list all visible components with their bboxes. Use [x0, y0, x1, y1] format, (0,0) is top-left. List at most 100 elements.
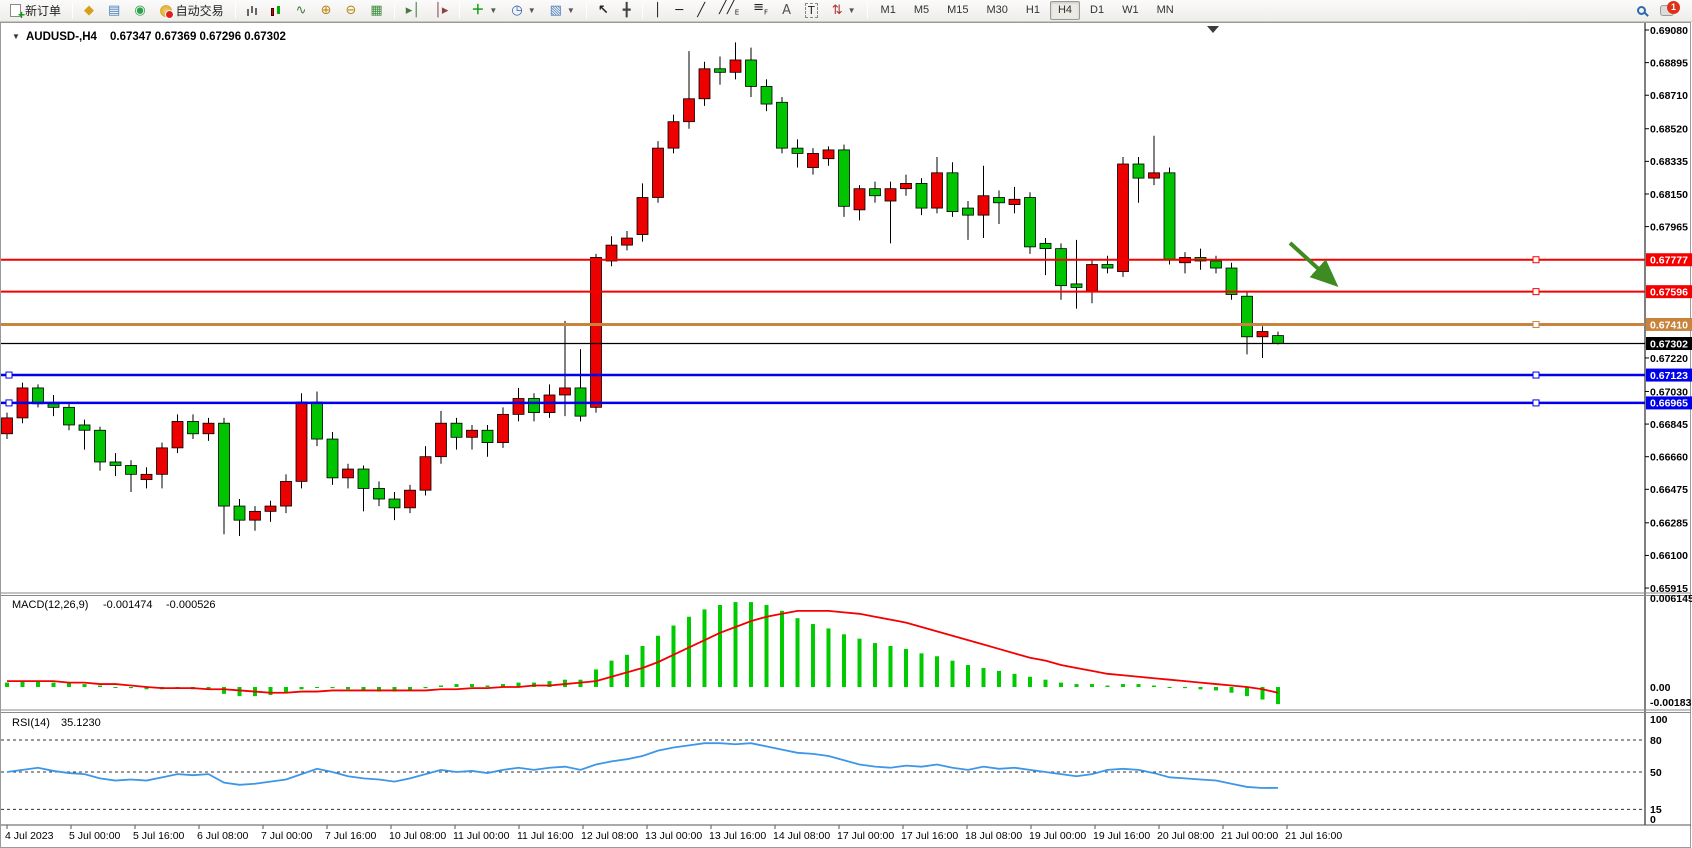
timeframe-h1[interactable]: H1	[1018, 1, 1048, 20]
candle-body	[854, 189, 865, 210]
candle-body	[1009, 199, 1020, 204]
chart-canvas[interactable]: ▼ AUDUSD-,H4 0.67347 0.67369 0.67296 0.6…	[0, 22, 1692, 848]
macd-histogram-bar	[1168, 687, 1172, 688]
candle-body	[64, 407, 75, 425]
candle-body	[870, 189, 881, 196]
macd-histogram-bar	[1044, 680, 1048, 687]
tile-windows-button[interactable]: ▦	[364, 1, 388, 21]
periods-button[interactable]: ◷▼	[505, 1, 541, 21]
zoom-out-button[interactable]: ⊖	[339, 1, 362, 21]
price-line-badge-label: 0.67777	[1650, 255, 1688, 267]
macd-histogram-bar	[1183, 687, 1187, 688]
timeframe-m5[interactable]: M5	[906, 1, 937, 20]
arrows-button[interactable]: ⇅▼	[826, 1, 862, 21]
timeframe-m15[interactable]: M15	[939, 1, 976, 20]
macd-histogram-bar	[935, 656, 939, 687]
crosshair-button[interactable]: ╋	[617, 1, 637, 21]
macd-histogram-bar	[129, 687, 133, 688]
time-axis-label: 5 Jul 16:00	[133, 830, 185, 842]
macd-signal-value: -0.000526	[166, 599, 216, 611]
macd-histogram-bar	[827, 628, 831, 687]
chart-menu-arrow-icon[interactable]: ▼	[12, 32, 20, 41]
chart-window: ▼ AUDUSD-,H4 0.67347 0.67369 0.67296 0.6…	[0, 22, 1692, 848]
timeframe-d1[interactable]: D1	[1082, 1, 1112, 20]
timeframe-mn[interactable]: MN	[1149, 1, 1182, 20]
timeframe-m30[interactable]: M30	[979, 1, 1016, 20]
metaeditor-button[interactable]: ◆	[78, 1, 100, 21]
chart-ohlc-values: 0.67347 0.67369 0.67296 0.67302	[110, 31, 286, 43]
candle-body	[172, 421, 183, 447]
candle-body	[1071, 284, 1082, 288]
templates-icon: ▧	[550, 4, 562, 17]
text-label-button[interactable]: T	[799, 1, 824, 21]
equidistant-channel-icon: ╱╱E	[719, 1, 739, 20]
candle-body	[48, 404, 59, 408]
price-line-badge-label: 0.67302	[1650, 338, 1688, 350]
macd-histogram-bar	[904, 649, 908, 687]
price-axis-label: 0.68520	[1650, 124, 1688, 136]
trendline-button[interactable]: ╱	[691, 1, 711, 21]
chart-shift-button[interactable]: │▸	[428, 1, 454, 21]
notifications-button[interactable]: 1	[1654, 1, 1680, 21]
time-axis-label: 10 Jul 08:00	[389, 830, 446, 842]
new-order-button[interactable]: 新订单	[4, 1, 67, 21]
cursor-button[interactable]: ↖	[592, 1, 615, 21]
indicators-button[interactable]: ＋▼	[465, 1, 503, 21]
timeframe-h4[interactable]: H4	[1050, 1, 1080, 20]
bar-chart-button[interactable]	[241, 1, 263, 21]
price-axis-label: 0.68150	[1650, 189, 1688, 201]
macd-histogram-bar	[238, 687, 242, 696]
crosshair-icon: ╋	[623, 4, 631, 17]
candle-body	[1087, 265, 1098, 291]
signals-button[interactable]: ◉	[128, 1, 151, 21]
terminal-button[interactable]: ▤	[102, 1, 126, 21]
templates-button[interactable]: ▧▼	[544, 1, 581, 21]
candle-body	[281, 481, 292, 506]
equidistant-channel-button[interactable]: ╱╱E	[713, 1, 745, 21]
candle-body	[312, 402, 323, 439]
candle-body	[684, 99, 695, 122]
macd-histogram-bar	[1245, 687, 1249, 696]
toolbar-separator	[235, 3, 236, 19]
macd-histogram-bar	[346, 687, 350, 689]
time-axis-label: 20 Jul 08:00	[1157, 830, 1214, 842]
candle-body	[420, 457, 431, 491]
macd-histogram-bar	[749, 602, 753, 687]
candle-body	[715, 69, 726, 73]
price-line-badge-label: 0.67123	[1650, 370, 1688, 382]
candle-body	[1102, 265, 1113, 269]
macd-histogram-bar	[920, 653, 924, 687]
macd-histogram-bar	[1230, 687, 1234, 693]
candle-body	[901, 183, 912, 188]
horizontal-line-button[interactable]: ─	[669, 1, 689, 21]
zoom-in-button[interactable]: ⊕	[315, 1, 338, 21]
macd-histogram-bar	[1276, 687, 1280, 704]
candle-body	[327, 439, 338, 478]
auto-trading-button[interactable]: 自动交易	[154, 1, 230, 21]
time-axis-label: 19 Jul 00:00	[1029, 830, 1086, 842]
macd-histogram-bar	[486, 686, 490, 687]
candle-body	[126, 466, 137, 475]
search-button[interactable]	[1631, 1, 1652, 21]
candle-body	[498, 414, 509, 442]
text-button[interactable]: A	[776, 1, 797, 21]
candle-body	[343, 469, 354, 478]
candle-body	[157, 448, 168, 474]
auto-scroll-button[interactable]: ▸│	[400, 1, 426, 21]
macd-histogram-bar	[1137, 684, 1141, 687]
chevron-down-icon: ▼	[489, 6, 497, 15]
line-chart-button[interactable]: ∿	[290, 1, 313, 21]
candle-body	[110, 462, 121, 466]
text-label-icon: T	[805, 3, 818, 18]
vertical-line-button[interactable]: │	[648, 1, 668, 21]
candle-body	[1118, 164, 1129, 272]
timeframe-w1[interactable]: W1	[1114, 1, 1147, 20]
candle-body	[761, 86, 772, 104]
new-order-label: 新订单	[25, 2, 61, 19]
macd-histogram-bar	[703, 609, 707, 687]
fibonacci-button[interactable]: ≡F	[747, 1, 774, 21]
timeframe-m1[interactable]: M1	[873, 1, 904, 20]
macd-histogram-bar	[982, 668, 986, 687]
candlestick-chart-button[interactable]	[265, 1, 288, 21]
macd-histogram-bar	[1121, 684, 1125, 687]
